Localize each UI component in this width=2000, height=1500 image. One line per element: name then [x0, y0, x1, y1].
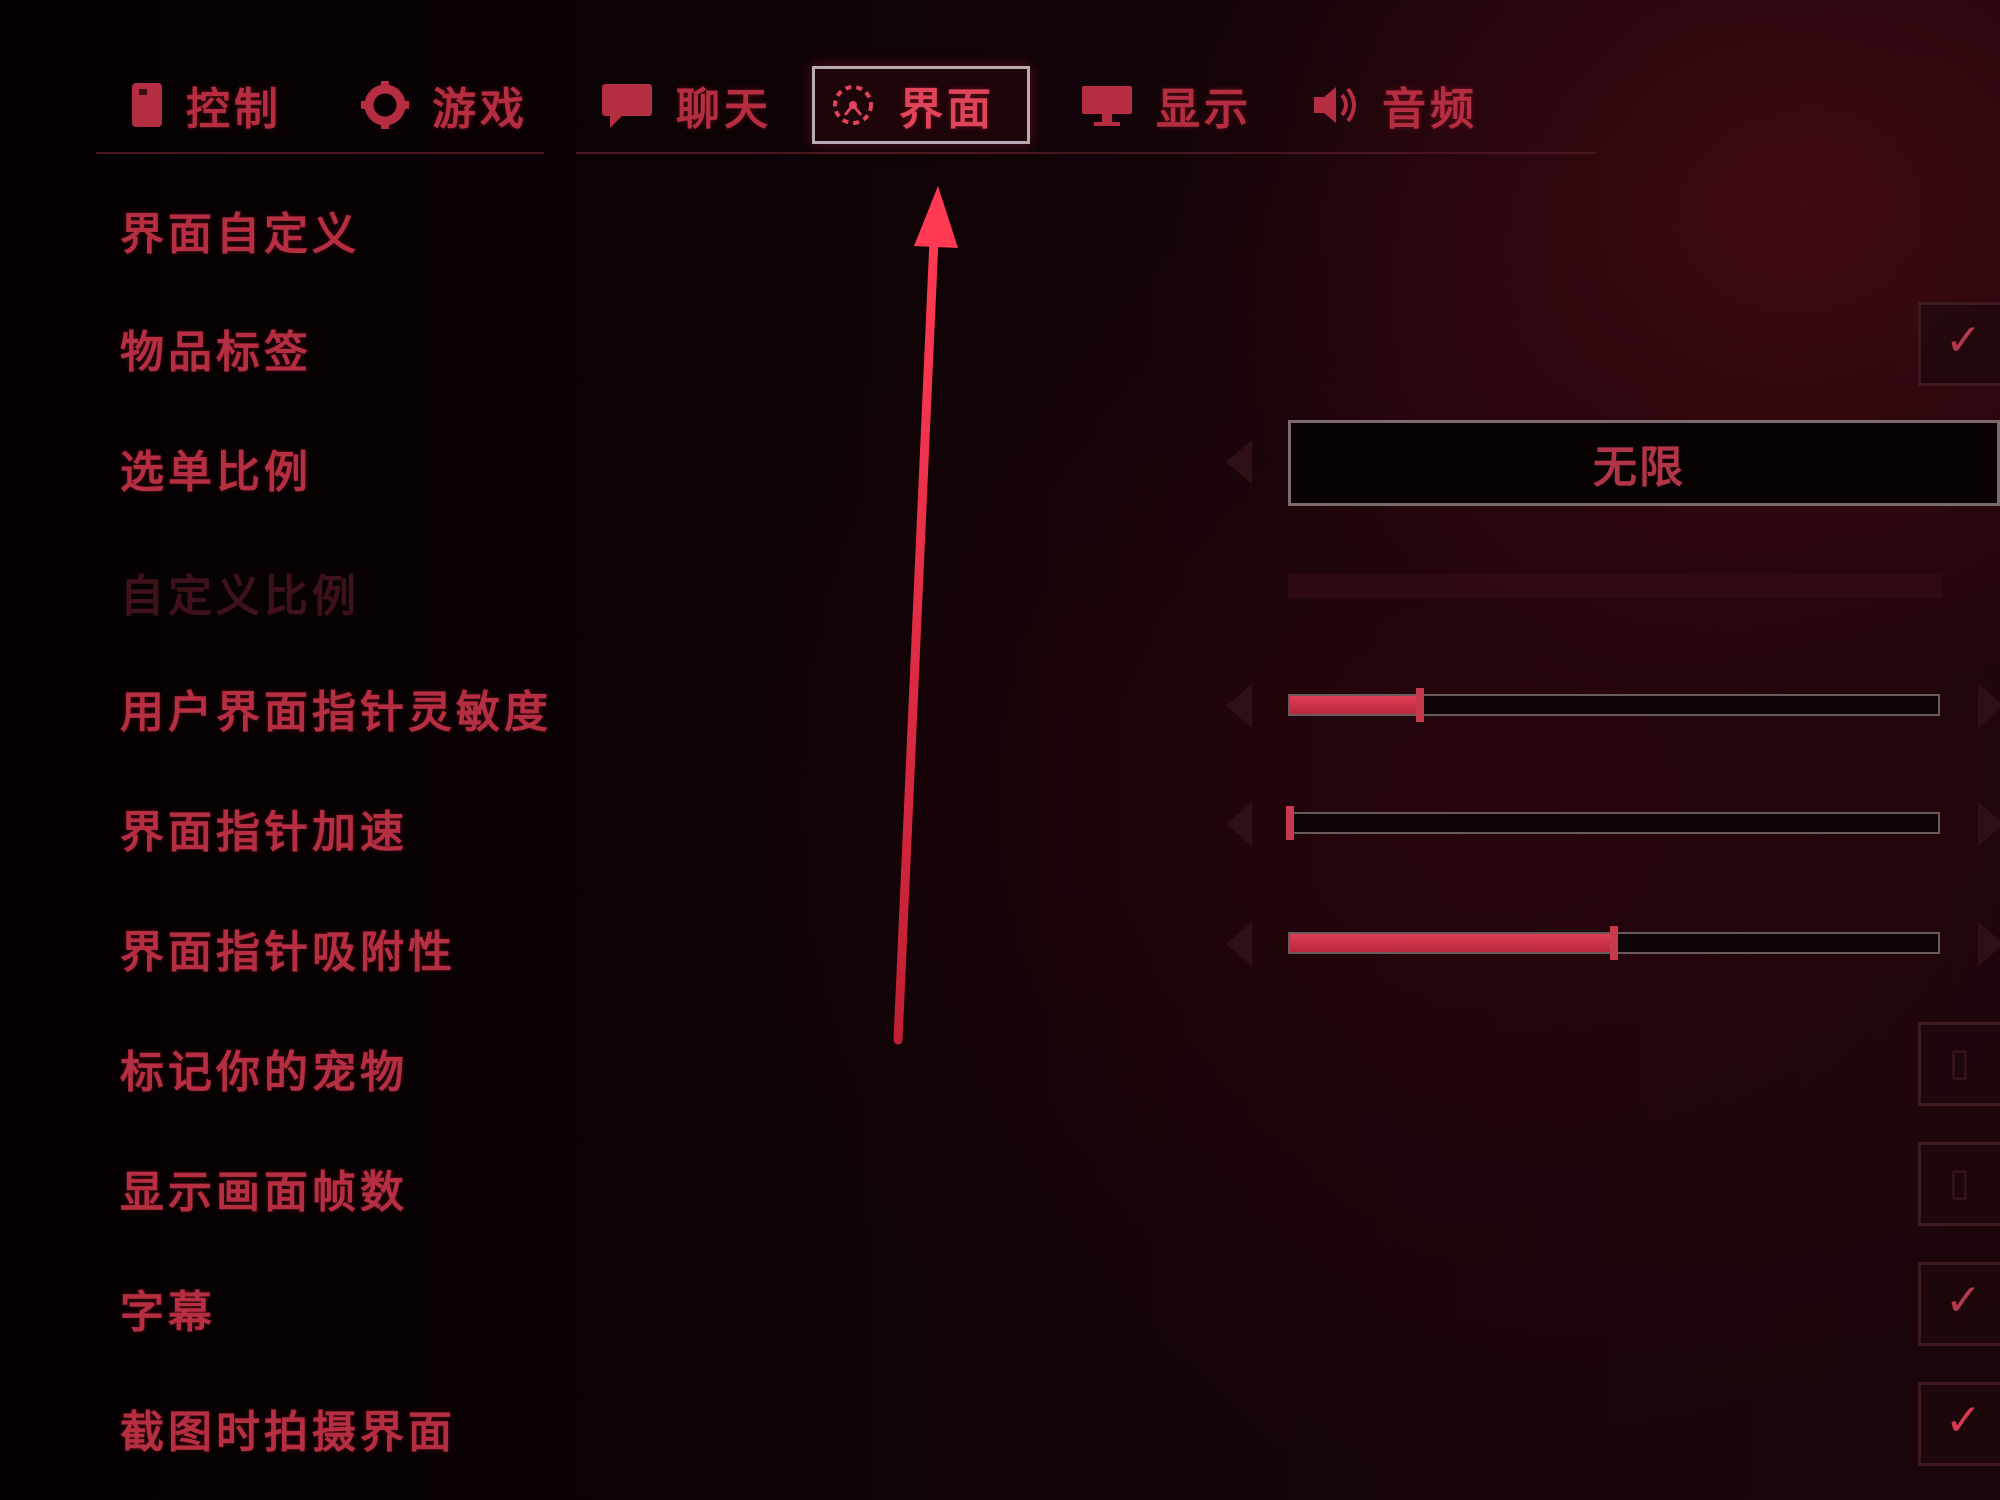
annotation-arrow	[893, 186, 958, 1045]
